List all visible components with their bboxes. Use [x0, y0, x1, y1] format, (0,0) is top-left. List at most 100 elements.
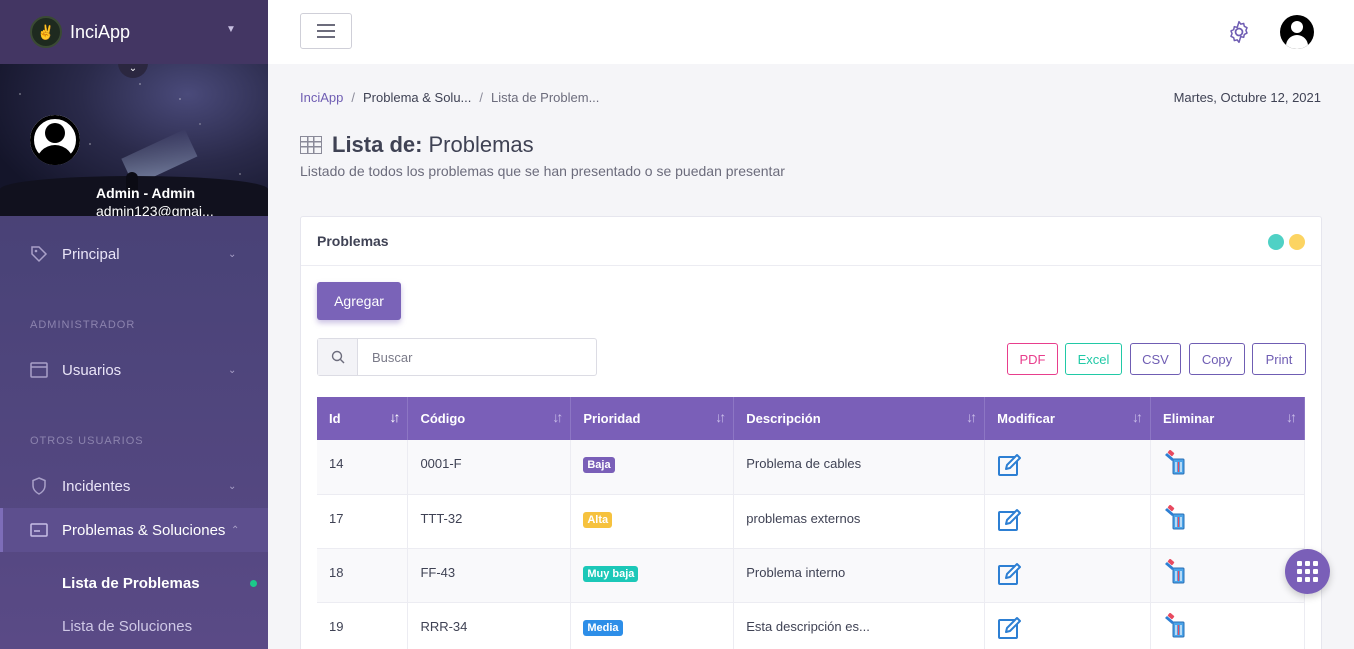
- cell-eliminar: [1150, 494, 1305, 549]
- cell-descripcion: Problema de cables: [733, 440, 986, 495]
- sort-icon: ↓↑: [1286, 409, 1297, 425]
- delete-icon[interactable]: [1163, 504, 1187, 534]
- card-header: Problemas: [301, 217, 1321, 266]
- cell-eliminar: [1150, 548, 1305, 603]
- chevron-down-icon: ⌄: [228, 364, 237, 376]
- cell-codigo: TTT-32: [407, 494, 572, 549]
- sidebar-item-problemas[interactable]: Problemas & Soluciones ⌃: [0, 508, 268, 552]
- topbar: [268, 0, 1354, 64]
- sort-icon: ↓↑: [1132, 409, 1143, 425]
- delete-icon[interactable]: [1163, 449, 1187, 479]
- card-actions: [1268, 234, 1305, 250]
- cell-modificar: [984, 494, 1152, 549]
- edit-icon[interactable]: [997, 454, 1023, 481]
- breadcrumb-middle[interactable]: Problema & Solu...: [363, 90, 471, 105]
- chevron-down-icon: ⌄: [228, 248, 237, 260]
- chevron-down-icon: ⌄: [228, 480, 237, 492]
- column-header-prioridad[interactable]: Prioridad ↓↑: [570, 397, 735, 440]
- sidebar-item-usuarios[interactable]: Usuarios ⌄: [0, 348, 268, 392]
- tag-icon: [30, 245, 48, 263]
- app-name: InciApp: [70, 21, 131, 42]
- cell-prioridad: Media: [570, 602, 735, 649]
- section-label-otros: OTROS USUARIOS: [30, 435, 144, 447]
- sidebar: ✌ InciApp ▼ ⌄ Admin - Admin admin123@gma…: [0, 0, 268, 649]
- breadcrumb-separator: /: [351, 90, 355, 105]
- section-label-admin: ADMINISTRADOR: [30, 319, 136, 331]
- current-date: Martes, Octubre 12, 2021: [1173, 90, 1321, 105]
- edit-icon[interactable]: [997, 508, 1023, 536]
- cell-eliminar: [1150, 602, 1305, 649]
- table-row: 19 RRR-34 Media Esta descripción es...: [317, 602, 1305, 649]
- cell-id: 14: [317, 440, 409, 495]
- export-csv-button[interactable]: CSV: [1130, 343, 1181, 375]
- export-copy-button[interactable]: Copy: [1189, 343, 1245, 375]
- column-header-modificar[interactable]: Modificar ↓↑: [984, 397, 1152, 440]
- column-header-codigo[interactable]: Código ↓↑: [407, 397, 572, 440]
- sidebar-subitem-lista-soluciones[interactable]: Lista de Soluciones: [62, 618, 192, 635]
- sidebar-item-label: Usuarios: [62, 361, 122, 379]
- avatar[interactable]: [30, 115, 80, 165]
- breadcrumb-home[interactable]: InciApp: [300, 90, 343, 105]
- cell-id: 19: [317, 602, 409, 649]
- add-button[interactable]: Agregar: [317, 282, 401, 320]
- column-header-descripcion[interactable]: Descripción ↓↑: [733, 397, 986, 440]
- priority-badge: Alta: [583, 511, 613, 528]
- search-input[interactable]: [358, 339, 596, 375]
- cell-modificar: [984, 440, 1152, 495]
- column-header-eliminar[interactable]: Eliminar ↓↑: [1150, 397, 1305, 440]
- edit-icon[interactable]: [997, 616, 1023, 644]
- brand[interactable]: ✌ InciApp ▼: [0, 0, 268, 64]
- chevron-down-icon[interactable]: ▼: [226, 24, 236, 35]
- cell-modificar: [984, 548, 1152, 603]
- page-title-bold: Lista de:: [332, 132, 423, 157]
- card-icon: [30, 521, 48, 539]
- page-title-light: Problemas: [428, 132, 534, 157]
- problems-table: Id ↓↑ Código ↓↑ Prioridad ↓↑ Descripción ↓↑ …: [317, 397, 1305, 649]
- cell-id: 18: [317, 548, 409, 603]
- window-icon: [30, 361, 48, 379]
- yellow-dot-icon[interactable]: [1289, 234, 1305, 250]
- export-excel-button[interactable]: Excel: [1065, 343, 1122, 375]
- profile-email: admin123@gmai...: [96, 203, 214, 216]
- chevron-up-icon: ⌃: [231, 524, 240, 536]
- problems-card: Problemas Agregar PDF Excel CSV Copy Pri…: [300, 216, 1322, 649]
- cell-descripcion: Problema interno: [733, 548, 986, 603]
- menu-toggle-button[interactable]: [300, 13, 352, 49]
- search-icon: [318, 339, 358, 375]
- page-subtitle: Listado de todos los problemas que se ha…: [300, 163, 785, 179]
- sidebar-item-principal[interactable]: Principal ⌄: [0, 232, 268, 276]
- table-icon: [300, 136, 322, 154]
- sidebar-item-label: Principal: [62, 245, 120, 263]
- cell-prioridad: Baja: [570, 440, 735, 495]
- priority-badge: Baja: [583, 457, 615, 473]
- apps-grid-button[interactable]: [1285, 549, 1330, 594]
- cell-descripcion: Esta descripción es...: [733, 602, 986, 649]
- cell-prioridad: Alta: [570, 494, 735, 549]
- export-print-button[interactable]: Print: [1252, 343, 1306, 375]
- app-logo: ✌: [30, 16, 62, 48]
- cell-codigo: FF-43: [407, 548, 572, 603]
- gear-icon[interactable]: [1226, 19, 1252, 45]
- cell-prioridad: Muy baja: [570, 548, 735, 603]
- edit-icon[interactable]: [997, 562, 1023, 590]
- breadcrumb-separator: /: [479, 90, 484, 105]
- cell-descripcion: problemas externos: [733, 494, 986, 549]
- page-title: Lista de: Problemas: [300, 132, 534, 158]
- teal-dot-icon[interactable]: [1268, 234, 1284, 250]
- delete-icon[interactable]: [1163, 558, 1187, 588]
- sort-icon: ↓↑: [552, 409, 563, 425]
- sort-icon: ↓↑: [966, 409, 977, 425]
- column-header-id[interactable]: Id ↓↑: [317, 397, 409, 440]
- cell-codigo: 0001-F: [407, 440, 572, 495]
- cell-eliminar: [1150, 440, 1305, 495]
- table-row: 14 0001-F Baja Problema de cables: [317, 440, 1305, 495]
- priority-badge: Media: [583, 619, 623, 636]
- sidebar-item-incidentes[interactable]: Incidentes ⌄: [0, 464, 268, 508]
- cell-id: 17: [317, 494, 409, 549]
- export-pdf-button[interactable]: PDF: [1007, 343, 1058, 375]
- sidebar-subitem-lista-problemas[interactable]: Lista de Problemas: [62, 575, 200, 592]
- active-dot: [250, 580, 257, 587]
- profile-panel: ⌄ Admin - Admin admin123@gmai...: [0, 64, 268, 216]
- user-account-icon[interactable]: [1280, 15, 1314, 49]
- delete-icon[interactable]: [1163, 612, 1187, 642]
